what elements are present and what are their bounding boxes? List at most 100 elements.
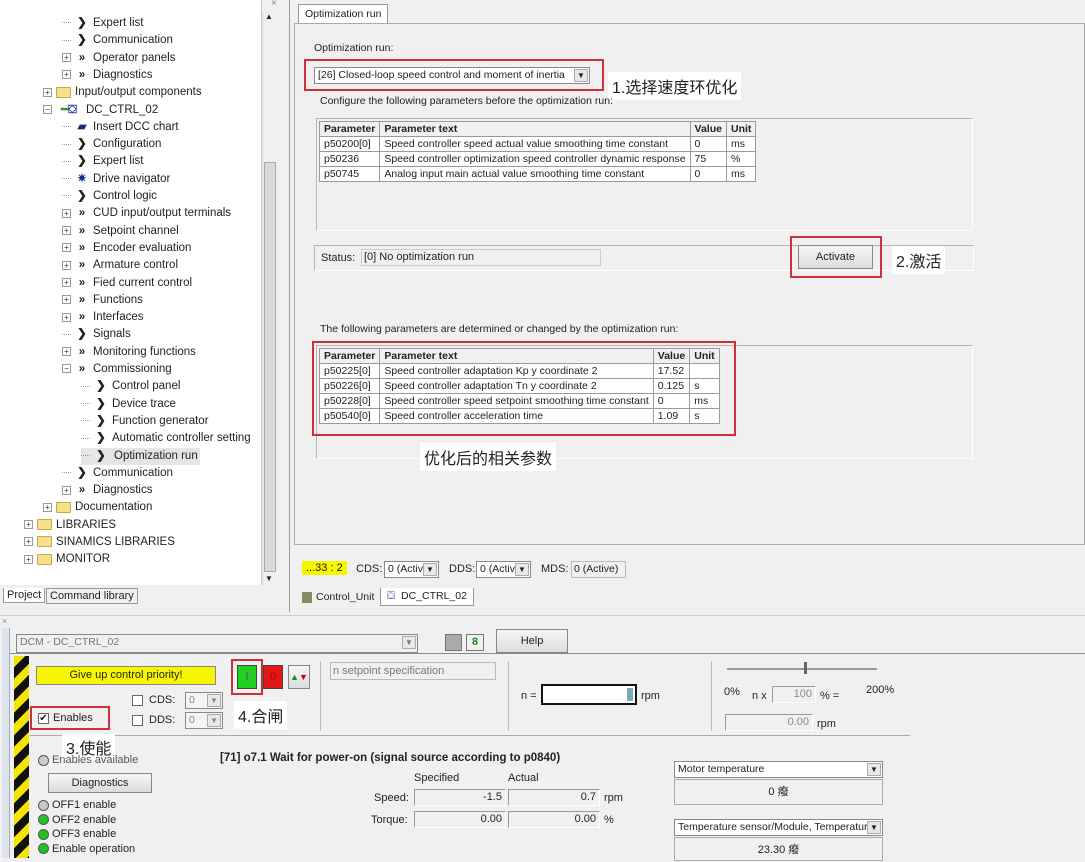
expand-icon[interactable]: + bbox=[62, 260, 71, 270]
tree-item[interactable]: ❯ Automatic controller setting bbox=[81, 430, 251, 447]
tree-item[interactable]: ▰ Insert DCC chart bbox=[62, 119, 179, 136]
dds-select[interactable]: 0 (Activ ▼ bbox=[476, 561, 531, 578]
tab-command-library[interactable]: Command library bbox=[46, 588, 138, 604]
tree-item[interactable]: ❯ Signals bbox=[62, 326, 131, 343]
collapse-icon[interactable]: − bbox=[62, 364, 71, 374]
chevron-down-icon[interactable]: ▼ bbox=[402, 636, 416, 649]
chevron-down-icon[interactable]: ▼ bbox=[574, 69, 588, 82]
chevron-down-icon[interactable]: ▼ bbox=[423, 563, 437, 576]
tree-item[interactable]: ❯ Communication bbox=[62, 32, 173, 49]
chevron-down-icon[interactable]: ▼ bbox=[867, 821, 881, 834]
cds-select[interactable]: 0 (Activ ▼ bbox=[384, 561, 439, 578]
tree-item[interactable]: + » Operator panels bbox=[62, 50, 175, 67]
override-percent-field[interactable]: 100 bbox=[772, 686, 816, 703]
tree-item[interactable]: ❯ Configuration bbox=[62, 136, 161, 153]
give-up-control-priority-button[interactable]: Give up control priority! bbox=[36, 666, 216, 685]
tree-item[interactable]: ❯ Function generator bbox=[81, 413, 209, 430]
param-value-cell[interactable]: 0 bbox=[689, 136, 727, 152]
temperature-select-2[interactable]: Temperature sensor/Module, Temperatur ▼ bbox=[674, 819, 883, 836]
tree-item[interactable]: + Input/output components bbox=[43, 84, 202, 101]
expand-icon[interactable]: + bbox=[62, 208, 71, 218]
expand-icon[interactable]: + bbox=[62, 485, 71, 495]
tab-project[interactable]: Project bbox=[3, 588, 46, 603]
help-button[interactable]: Help bbox=[496, 629, 568, 653]
slider-thumb[interactable] bbox=[804, 662, 807, 674]
tree-item[interactable]: + MONITOR bbox=[24, 551, 110, 568]
tree-item[interactable]: + » Armature control bbox=[62, 257, 178, 274]
tree-item[interactable]: + » Interfaces bbox=[62, 309, 144, 326]
expand-icon[interactable]: + bbox=[43, 87, 52, 97]
tree-item[interactable]: + » Functions bbox=[62, 292, 143, 309]
expand-icon[interactable]: + bbox=[62, 347, 71, 357]
diagnostics-button[interactable]: Diagnostics bbox=[48, 773, 152, 793]
expand-icon[interactable]: + bbox=[62, 243, 71, 253]
tree-item[interactable]: ❯ Control panel bbox=[81, 378, 180, 395]
activate-button[interactable]: Activate bbox=[798, 245, 873, 269]
torque-actual: 0.00 bbox=[508, 811, 600, 828]
cds-select[interactable]: 0 ▼ bbox=[185, 692, 223, 709]
scroll-down-icon[interactable]: ▼ bbox=[265, 574, 273, 583]
single-icon: ❯ bbox=[77, 190, 87, 202]
tree-item[interactable]: + » Setpoint channel bbox=[62, 223, 179, 240]
tree-item[interactable]: + SINAMICS LIBRARIES bbox=[24, 534, 175, 551]
override-slider[interactable] bbox=[727, 668, 877, 670]
param-value-cell[interactable]: 75 bbox=[689, 151, 727, 167]
tree-item[interactable]: + Documentation bbox=[43, 499, 152, 516]
expand-icon[interactable]: + bbox=[62, 277, 71, 287]
drive-select[interactable]: DCM - DC_CTRL_02 ▼ bbox=[16, 634, 418, 653]
annotation-step1: 1.选择速度环优化 bbox=[608, 72, 742, 100]
speed-setpoint-input[interactable] bbox=[541, 684, 637, 705]
tree-item[interactable]: − ━⛋ DC_CTRL_02 bbox=[43, 102, 158, 119]
expand-icon[interactable]: + bbox=[62, 226, 71, 236]
tree-item[interactable]: ❯ Optimization run bbox=[81, 447, 200, 465]
chevron-down-icon[interactable]: ▼ bbox=[207, 694, 221, 707]
cds-checkbox[interactable]: CDS: bbox=[132, 694, 175, 706]
expand-icon[interactable]: + bbox=[62, 295, 71, 305]
expand-icon[interactable]: + bbox=[62, 53, 71, 63]
close-icon[interactable]: × bbox=[271, 0, 277, 9]
tree-item[interactable]: + LIBRARIES bbox=[24, 517, 116, 534]
close-icon[interactable]: × bbox=[2, 616, 7, 626]
tab-optimization-run[interactable]: Optimization run bbox=[298, 4, 389, 23]
network-icon[interactable]: 8 bbox=[466, 634, 484, 651]
scrollbar-thumb[interactable] bbox=[264, 162, 276, 572]
chevron-down-icon[interactable]: ▼ bbox=[867, 763, 881, 776]
tree-item[interactable]: −» Commissioning bbox=[62, 361, 172, 378]
tree-item[interactable]: + » Encoder evaluation bbox=[62, 240, 191, 257]
chevron-down-icon[interactable]: ▼ bbox=[515, 563, 529, 576]
tree-item[interactable]: + » Diagnostics bbox=[62, 67, 152, 84]
doc-tab-dc-ctrl-02[interactable]: ⛋ DC_CTRL_02 bbox=[380, 588, 474, 606]
scroll-up-icon[interactable]: ▲ bbox=[265, 12, 273, 21]
jog-button[interactable]: ▲▼ bbox=[288, 665, 310, 689]
tree-scrollbar[interactable]: ▲ ▼ bbox=[262, 12, 276, 585]
expand-icon[interactable]: + bbox=[62, 70, 71, 80]
param-value-cell[interactable]: 0 bbox=[689, 166, 727, 182]
power-on-button[interactable]: I bbox=[237, 665, 257, 689]
tree-item[interactable]: + » Fied current control bbox=[62, 275, 192, 292]
tree-item[interactable]: ❯ Control logic bbox=[62, 188, 157, 205]
tree-item[interactable]: ❯ Expert list bbox=[62, 153, 144, 170]
tree-item[interactable]: + » Monitoring functions bbox=[62, 344, 196, 361]
doc-tab-control-unit[interactable]: Control_Unit bbox=[298, 589, 378, 605]
expand-icon[interactable]: + bbox=[43, 502, 52, 512]
dds-select[interactable]: 0 ▼ bbox=[185, 712, 223, 729]
enables-checkbox[interactable]: ✔ Enables bbox=[38, 712, 93, 724]
mds-label: MDS: bbox=[541, 563, 569, 575]
tree-item[interactable]: + » CUD input/output terminals bbox=[62, 205, 231, 222]
expand-icon[interactable]: + bbox=[24, 537, 33, 547]
power-off-button[interactable]: 0 bbox=[263, 665, 283, 689]
dds-checkbox[interactable]: DDS: bbox=[132, 714, 175, 726]
tree-item[interactable]: + » Diagnostics bbox=[62, 482, 152, 499]
expand-icon[interactable]: + bbox=[62, 312, 71, 322]
expand-icon[interactable]: + bbox=[24, 520, 33, 530]
tree-item[interactable]: ❯ Expert list bbox=[62, 15, 144, 32]
expand-icon[interactable]: + bbox=[24, 554, 33, 564]
tree-item[interactable]: ❯ Device trace bbox=[81, 396, 176, 413]
chevron-down-icon[interactable]: ▼ bbox=[207, 714, 221, 727]
tree-item[interactable]: ❯ Communication bbox=[62, 465, 173, 482]
optimization-run-select[interactable]: [26] Closed-loop speed control and momen… bbox=[314, 67, 590, 84]
collapse-icon[interactable]: − bbox=[43, 104, 52, 114]
panel-tool-icon[interactable] bbox=[445, 634, 462, 651]
temperature-select-1[interactable]: Motor temperature ▼ bbox=[674, 761, 883, 778]
tree-item[interactable]: ✷ Drive navigator bbox=[62, 171, 170, 188]
